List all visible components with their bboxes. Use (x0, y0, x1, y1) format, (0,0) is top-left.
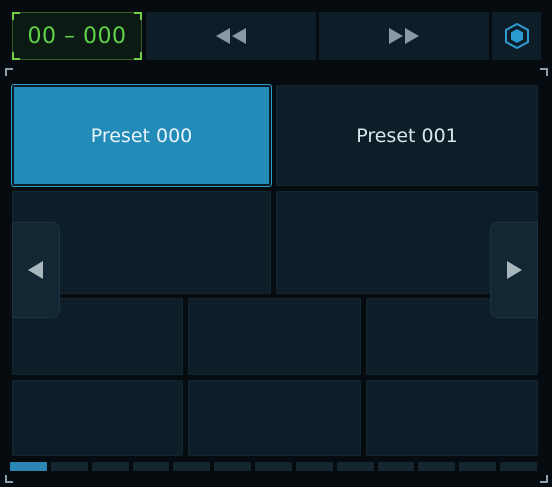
counter-corner (134, 12, 142, 20)
fast-forward-icon (389, 28, 419, 44)
panel-frame-corner (540, 475, 548, 483)
panel-frame-corner (5, 475, 13, 483)
counter-label: 00 – 000 (27, 23, 127, 49)
page-indicator-segment[interactable] (10, 462, 47, 471)
preset-pad-6[interactable] (188, 298, 361, 375)
page-indicator-segment[interactable] (50, 462, 88, 471)
page-indicator-segment[interactable] (336, 462, 374, 471)
page-indicator-segment[interactable] (500, 462, 537, 471)
counter-corner (12, 52, 20, 60)
preset-pad-2[interactable]: Preset 001 (276, 85, 538, 186)
preset-pad-10[interactable] (366, 380, 538, 456)
prev-arrow-icon (28, 261, 43, 279)
page-indicator-segment[interactable] (132, 462, 170, 471)
next-page-button[interactable] (490, 222, 538, 318)
page-indicator-segment[interactable] (459, 462, 497, 471)
hexagon-icon (504, 23, 529, 49)
page-indicator-segment[interactable] (91, 462, 129, 471)
page-indicator-segment[interactable] (295, 462, 333, 471)
menu-button[interactable] (492, 12, 541, 60)
page-indicator-segment[interactable] (377, 462, 415, 471)
preset-pad-9[interactable] (188, 380, 361, 456)
counter-corner (12, 12, 20, 20)
rewind-button[interactable] (146, 12, 316, 60)
preset-label: Preset 000 (90, 124, 193, 147)
panel-frame-corner (540, 68, 548, 76)
fast-forward-button[interactable] (319, 12, 489, 60)
preset-counter[interactable]: 00 – 000 (12, 12, 142, 60)
panel-frame-corner (5, 68, 13, 76)
page-indicator-segment[interactable] (214, 462, 252, 471)
page-indicator-segment[interactable] (255, 462, 292, 471)
page-indicator-segment[interactable] (418, 462, 456, 471)
prev-page-button[interactable] (12, 222, 60, 318)
preset-pad-1[interactable]: Preset 000 (11, 84, 272, 187)
page-indicator-segment[interactable] (173, 462, 211, 471)
rewind-icon (216, 28, 246, 44)
counter-corner (134, 52, 142, 60)
preset-pad-8[interactable] (12, 380, 183, 456)
next-arrow-icon (507, 261, 522, 279)
preset-label: Preset 001 (356, 124, 458, 147)
